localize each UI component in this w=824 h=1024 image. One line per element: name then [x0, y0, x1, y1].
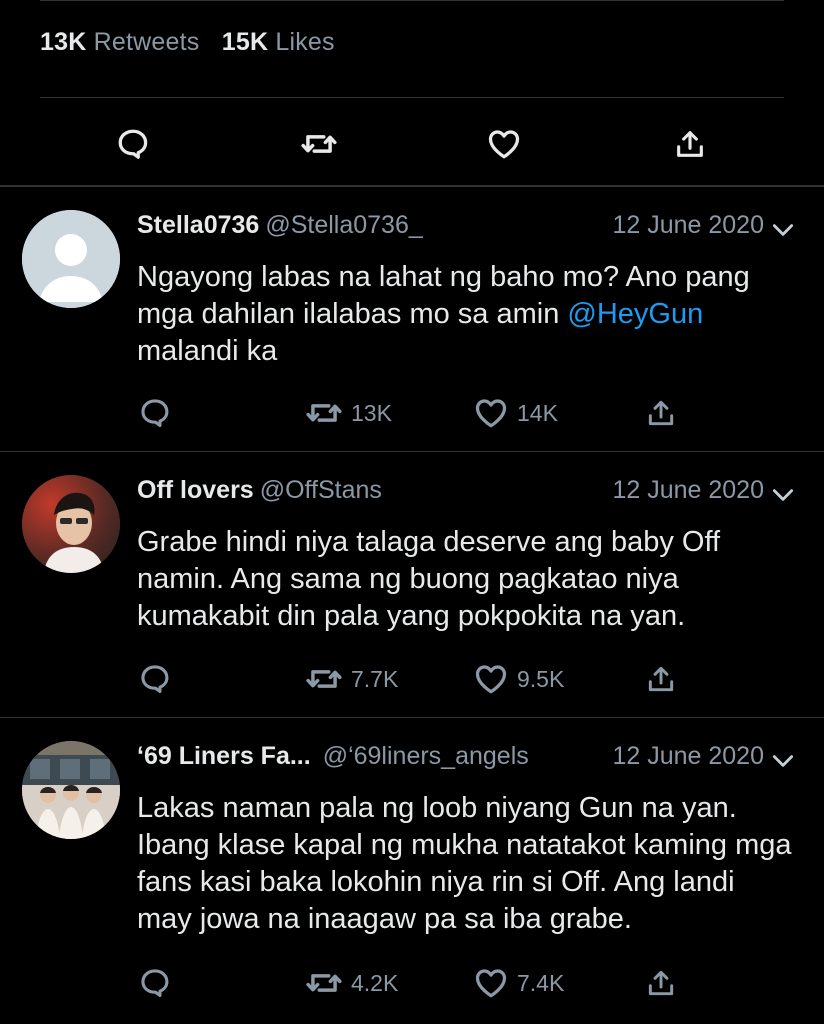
tweet-date[interactable]: 12 June 2020 [612, 742, 764, 771]
likes-stat[interactable]: 15K Likes [222, 28, 335, 56]
retweets-stat[interactable]: 13K Retweets [40, 28, 207, 56]
retweet-count: 4.2K [351, 969, 399, 996]
tweet-detail-page: 13K Retweets 15K Likes Stella0736 @Stell… [0, 0, 824, 1024]
share-icon [645, 967, 677, 999]
reply-header: Stella0736 @Stella0736_ 12 June 2020 [137, 211, 796, 247]
tweet-date[interactable]: 12 June 2020 [612, 211, 764, 240]
reply-button[interactable] [138, 657, 180, 701]
share-button[interactable] [645, 961, 685, 1005]
display-name[interactable]: ‘69 Liners Fa... [137, 742, 311, 770]
share-button[interactable] [645, 391, 685, 435]
tweet-stats: 13K Retweets 15K Likes [40, 28, 335, 57]
heart-icon [486, 126, 522, 162]
reply-actions: 13K 14K [0, 391, 824, 435]
like-button[interactable]: 7.4K [473, 961, 564, 1005]
reply-button[interactable] [138, 961, 180, 1005]
reply-button[interactable] [138, 391, 180, 435]
user-handle[interactable]: @Stella0736_ [265, 211, 422, 239]
retweet-button[interactable] [293, 118, 345, 170]
retweet-icon [305, 394, 343, 432]
reply-icon [138, 966, 172, 1000]
share-icon [645, 663, 677, 695]
like-button[interactable]: 14K [473, 391, 558, 435]
like-count: 14K [517, 399, 558, 426]
retweet-count: 13K [351, 399, 392, 426]
chevron-down-icon[interactable] [770, 748, 796, 774]
retweet-icon [305, 660, 343, 698]
reply-tweet[interactable]: ‘69 Liners Fa... @‘69liners_angels 12 Jun… [0, 718, 824, 1024]
reply-icon [138, 662, 172, 696]
reply-header: Off lovers @OffStans 12 June 2020 [137, 476, 796, 512]
retweets-count: 13K [40, 28, 87, 56]
avatar-photo[interactable] [22, 741, 120, 839]
user-handle[interactable]: @OffStans [260, 476, 382, 504]
reply-button[interactable] [107, 118, 159, 170]
default-profile-icon [22, 210, 120, 308]
reply-actions: 4.2K 7.4K [0, 961, 824, 1005]
profile-photo [22, 475, 120, 573]
chevron-down-icon[interactable] [770, 482, 796, 508]
reply-actions: 7.7K 9.5K [0, 657, 824, 701]
like-count: 9.5K [517, 665, 565, 692]
tweet-text: Ngayong labas na lahat ng baho mo? Ano p… [137, 259, 794, 370]
reply-icon [138, 396, 172, 430]
share-icon [645, 397, 677, 429]
display-name[interactable]: Off lovers [137, 476, 254, 504]
retweet-count: 7.7K [351, 665, 399, 692]
reply-header: ‘69 Liners Fa... @‘69liners_angels 12 Jun… [137, 742, 796, 778]
share-button[interactable] [664, 118, 716, 170]
heart-icon [473, 965, 509, 1001]
chevron-down-icon[interactable] [770, 217, 796, 243]
heart-icon [473, 395, 509, 431]
tweet-date[interactable]: 12 June 2020 [612, 476, 764, 505]
like-count: 7.4K [517, 969, 565, 996]
likes-count: 15K [221, 28, 269, 56]
like-button[interactable]: 9.5K [473, 657, 564, 701]
retweet-button[interactable]: 7.7K [305, 657, 398, 701]
share-icon [673, 127, 707, 161]
reply-tweet[interactable]: Off lovers @OffStans 12 June 2020 Grabe h… [0, 452, 824, 717]
retweet-icon [305, 964, 343, 1002]
user-handle[interactable]: @‘69liners_angels [323, 742, 529, 770]
top-divider [40, 0, 784, 1]
avatar-default[interactable] [22, 210, 120, 308]
stats-divider [40, 97, 784, 98]
like-button[interactable] [478, 118, 530, 170]
share-button[interactable] [645, 657, 685, 701]
retweet-icon [300, 125, 338, 163]
heart-icon [473, 661, 509, 697]
tweet-text: Lakas naman pala ng loob niyang Gun na y… [137, 792, 792, 935]
likes-label: Likes [275, 28, 335, 56]
retweet-button[interactable]: 4.2K [305, 961, 398, 1005]
mention-link[interactable]: @HeyGun [567, 298, 703, 330]
retweet-button[interactable]: 13K [305, 391, 392, 435]
tweet-text-part: malandi ka [137, 335, 278, 367]
retweets-label: Retweets [93, 28, 200, 56]
reply-tweet[interactable]: Stella0736 @Stella0736_ 12 June 2020 Ngay… [0, 187, 824, 451]
avatar-photo[interactable] [22, 475, 120, 573]
reply-icon [115, 126, 151, 162]
display-name[interactable]: Stella0736 [137, 211, 259, 239]
profile-photo [22, 741, 120, 839]
tweet-text: Grabe hindi niya talaga deserve ang baby… [137, 526, 721, 632]
main-tweet-actions [0, 118, 824, 170]
